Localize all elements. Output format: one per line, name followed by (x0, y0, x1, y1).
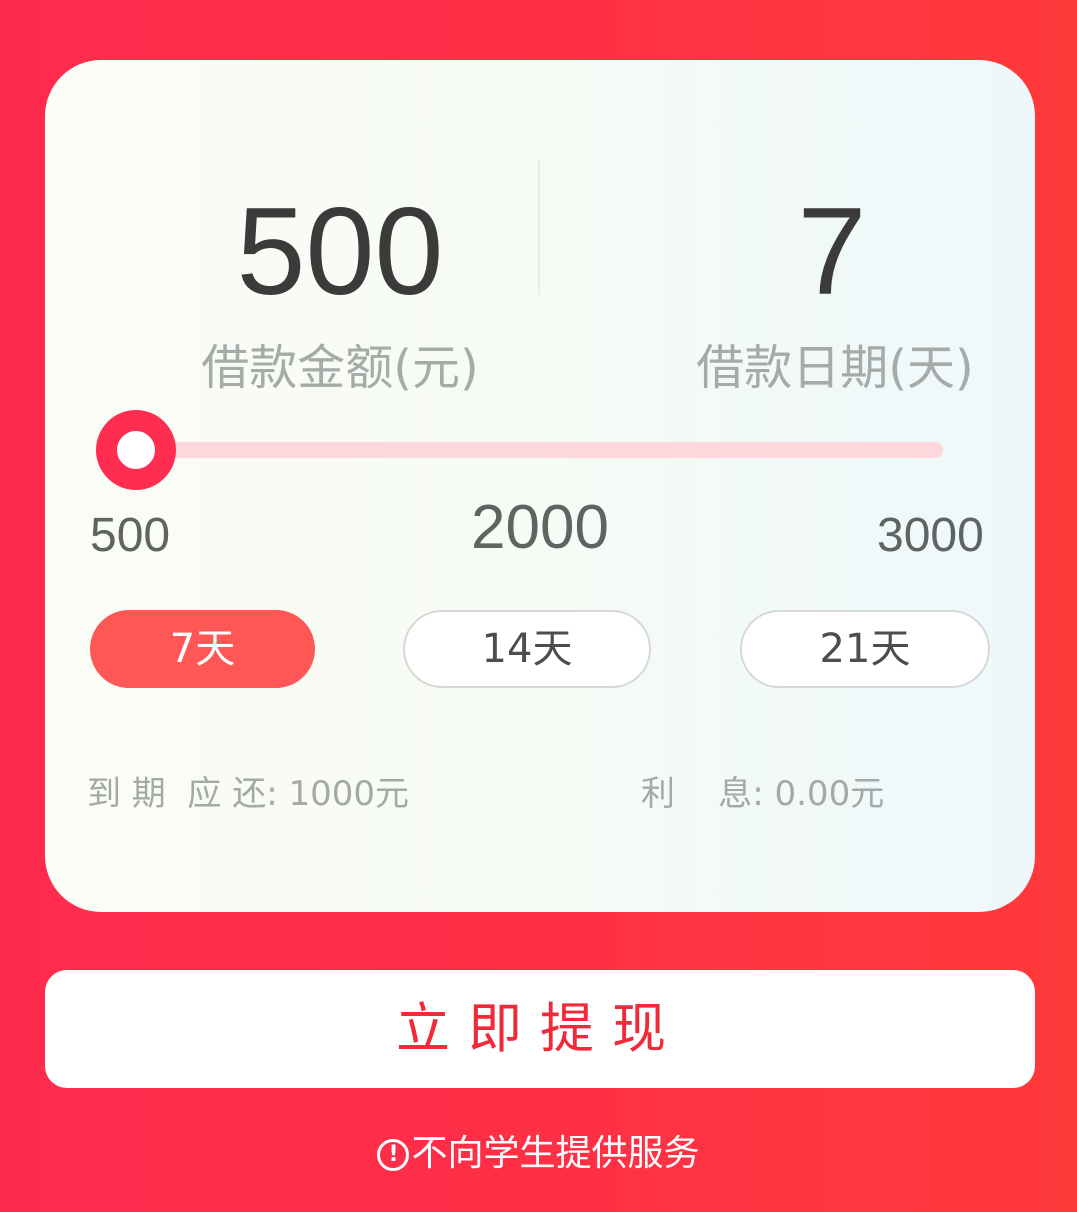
term-7-days-button[interactable]: 7天 (90, 610, 315, 688)
amount-slider-thumb[interactable] (96, 410, 176, 490)
slider-min-label: 500 (90, 509, 171, 562)
loan-amount-caption: 借款金额(元) (201, 340, 479, 396)
loan-amount-value: 500 (236, 183, 444, 321)
student-notice-text: 不向学生提供服务 (411, 1133, 700, 1174)
interest-text: 利 息: 0.00元 (641, 774, 885, 814)
term-21-days-button[interactable]: 21天 (740, 610, 990, 688)
loan-days-value: 7 (797, 183, 867, 321)
withdraw-button[interactable]: 立即提现 (45, 970, 1035, 1088)
loan-card: 500 7 借款金额(元) 借款日期(天) 500 2000 3000 7天 1… (45, 60, 1035, 912)
term-14-days-button[interactable]: 14天 (403, 610, 651, 688)
due-repayment-text: 到 期 应 还: 1000元 (87, 774, 410, 814)
student-notice: ! 不向学生提供服务 (0, 1130, 1077, 1178)
amount-slider-track[interactable] (135, 442, 943, 458)
exclamation-circle-icon: ! (377, 1139, 410, 1171)
summary-divider (538, 160, 540, 295)
slider-current-label: 2000 (471, 493, 609, 562)
loan-days-caption: 借款日期(天) (696, 340, 974, 396)
slider-max-label: 3000 (877, 509, 984, 562)
